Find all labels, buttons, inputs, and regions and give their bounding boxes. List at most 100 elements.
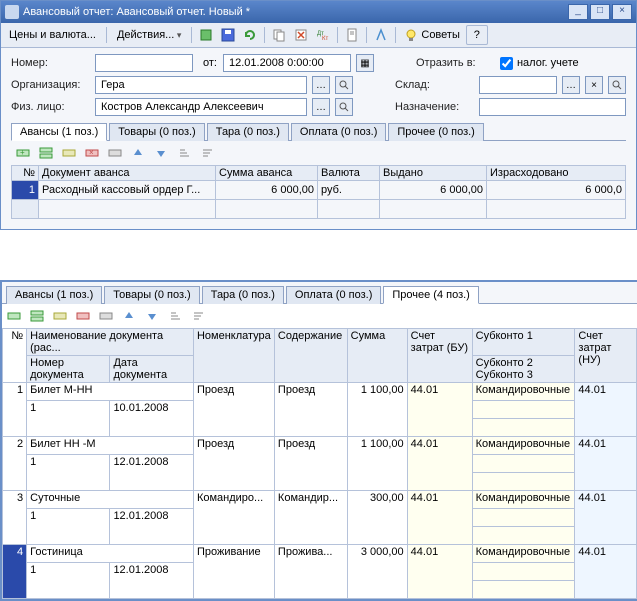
person-open-icon[interactable] bbox=[335, 98, 353, 116]
prochee-grid[interactable]: № Наименование документа (рас... Номенкл… bbox=[2, 328, 637, 599]
row-edit-icon[interactable] bbox=[50, 307, 70, 325]
col-sum[interactable]: Сумма аванса bbox=[216, 166, 318, 181]
col-spent[interactable]: Израсходовано bbox=[487, 166, 626, 181]
help-button[interactable]: ? bbox=[466, 25, 488, 45]
minimize-button[interactable]: _ bbox=[568, 4, 588, 20]
move-down-icon[interactable] bbox=[151, 144, 171, 162]
post-icon[interactable] bbox=[291, 26, 311, 44]
row-edit-icon[interactable] bbox=[59, 144, 79, 162]
sort-desc-icon[interactable] bbox=[197, 144, 217, 162]
col2-bu[interactable]: Счет затрат (БУ) bbox=[407, 329, 472, 383]
col-doc[interactable]: Документ аванса bbox=[39, 166, 216, 181]
col2-nomen[interactable]: Номенклатура bbox=[193, 329, 274, 383]
sklad-field[interactable] bbox=[479, 76, 557, 94]
person-field[interactable] bbox=[95, 98, 307, 116]
tab-avansy[interactable]: Авансы (1 поз.) bbox=[11, 123, 107, 141]
table-row[interactable]: 1Билет М-ННПроездПроезд1 100,0044.01Кома… bbox=[3, 383, 637, 401]
move-up-icon[interactable] bbox=[119, 307, 139, 325]
tab-tara[interactable]: Тара (0 поз.) bbox=[207, 123, 289, 141]
advice-button[interactable]: Советы bbox=[400, 28, 463, 42]
tab2-prochee[interactable]: Прочее (4 поз.) bbox=[383, 286, 478, 304]
move-up-icon[interactable] bbox=[128, 144, 148, 162]
date-field[interactable] bbox=[223, 54, 351, 72]
col2-nu[interactable]: Счет затрат (НУ) bbox=[575, 329, 637, 383]
col2-name[interactable]: Наименование документа (рас... bbox=[27, 329, 194, 356]
sklad-label: Склад: bbox=[395, 79, 473, 91]
row-insert-icon[interactable] bbox=[27, 307, 47, 325]
row-end-icon[interactable] bbox=[105, 144, 125, 162]
avansy-grid[interactable]: № Документ аванса Сумма аванса Валюта Вы… bbox=[11, 165, 626, 219]
sort-asc-icon[interactable] bbox=[165, 307, 185, 325]
bulb-icon bbox=[404, 28, 418, 42]
table-row[interactable]: 1 Расходный кассовый ордер Г... 6 000,00… bbox=[12, 181, 626, 200]
command-bar: Цены и валюта... Действия... ДтКт Советы… bbox=[1, 23, 636, 48]
prices-menu[interactable]: Цены и валюта... bbox=[3, 27, 102, 43]
close-button[interactable]: × bbox=[612, 4, 632, 20]
col2-num[interactable]: № bbox=[3, 329, 27, 383]
dest-field[interactable] bbox=[479, 98, 626, 116]
person-label: Физ. лицо: bbox=[11, 101, 89, 113]
number-field[interactable] bbox=[95, 54, 193, 72]
org-select-icon[interactable]: … bbox=[312, 76, 330, 94]
tab2-tovary[interactable]: Товары (0 поз.) bbox=[104, 286, 199, 304]
expense-report-window: Авансовый отчет: Авансовый отчет. Новый … bbox=[0, 0, 637, 230]
dest-label: Назначение: bbox=[395, 101, 473, 113]
col-num[interactable]: № bbox=[12, 166, 39, 181]
org-open-icon[interactable] bbox=[335, 76, 353, 94]
detail-panel: Авансы (1 поз.) Товары (0 поз.) Тара (0 … bbox=[0, 280, 637, 601]
table-row[interactable]: 3СуточныеКомандиро...Командир...300,0044… bbox=[3, 491, 637, 509]
calendar-icon[interactable]: ▦ bbox=[356, 54, 374, 72]
number-label: Номер: bbox=[11, 57, 89, 69]
row-insert-icon[interactable] bbox=[36, 144, 56, 162]
reload-icon[interactable] bbox=[240, 26, 260, 44]
col2-sum[interactable]: Сумма bbox=[347, 329, 407, 383]
window-title: Авансовый отчет: Авансовый отчет. Новый … bbox=[23, 6, 566, 18]
grid-toolbar: + × bbox=[11, 141, 626, 165]
grid2-toolbar bbox=[2, 304, 637, 328]
report-icon[interactable] bbox=[342, 26, 362, 44]
dtkt-icon[interactable]: ДтКт bbox=[313, 26, 333, 44]
row-end-icon[interactable] bbox=[96, 307, 116, 325]
col2-docdate[interactable]: Дата документа bbox=[110, 356, 194, 383]
row-delete-icon[interactable] bbox=[73, 307, 93, 325]
table-row[interactable]: 4ГостиницаПроживаниеПрожива...3 000,0044… bbox=[3, 545, 637, 563]
tabs2: Авансы (1 поз.) Товары (0 поз.) Тара (0 … bbox=[2, 282, 637, 304]
person-select-icon[interactable]: … bbox=[312, 98, 330, 116]
tab2-tara[interactable]: Тара (0 поз.) bbox=[202, 286, 284, 304]
col2-sub2[interactable]: Субконто 2Субконто 3 bbox=[472, 356, 575, 383]
col2-sub1[interactable]: Субконто 1 bbox=[472, 329, 575, 356]
tab2-oplata[interactable]: Оплата (0 поз.) bbox=[286, 286, 381, 304]
sort-desc-icon[interactable] bbox=[188, 307, 208, 325]
col2-docnum[interactable]: Номер документа bbox=[27, 356, 110, 383]
table-row[interactable]: 2Билет НН -МПроездПроезд1 100,0044.01Ком… bbox=[3, 437, 637, 455]
row-delete-icon[interactable]: × bbox=[82, 144, 102, 162]
tab-tovary[interactable]: Товары (0 поз.) bbox=[109, 123, 204, 141]
sklad-select-icon[interactable]: … bbox=[562, 76, 580, 94]
sklad-open-icon[interactable] bbox=[608, 76, 626, 94]
row-add-icon[interactable]: + bbox=[13, 144, 33, 162]
sort-asc-icon[interactable] bbox=[174, 144, 194, 162]
save-icon[interactable] bbox=[218, 26, 238, 44]
svg-text:Кт: Кт bbox=[322, 36, 328, 42]
tab-oplata[interactable]: Оплата (0 поз.) bbox=[291, 123, 386, 141]
actions-menu[interactable]: Действия... bbox=[111, 27, 187, 43]
col2-content[interactable]: Содержание bbox=[274, 329, 347, 383]
row-add-icon[interactable] bbox=[4, 307, 24, 325]
col-cur[interactable]: Валюта bbox=[318, 166, 380, 181]
svg-text:+: + bbox=[20, 148, 25, 157]
tab-prochee[interactable]: Прочее (0 поз.) bbox=[388, 123, 483, 141]
sklad-clear-icon[interactable]: × bbox=[585, 76, 603, 94]
copy-icon[interactable] bbox=[269, 26, 289, 44]
form-area: Номер: от: ▦ Отразить в: налог. учете Ор… bbox=[1, 48, 636, 229]
org-field[interactable] bbox=[95, 76, 307, 94]
tax-checkbox[interactable]: налог. учете bbox=[500, 57, 579, 70]
add-icon[interactable] bbox=[196, 26, 216, 44]
maximize-button[interactable]: □ bbox=[590, 4, 610, 20]
tab2-avansy[interactable]: Авансы (1 поз.) bbox=[6, 286, 102, 304]
structure-icon[interactable] bbox=[371, 26, 391, 44]
reflect-label: Отразить в: bbox=[416, 57, 494, 69]
move-down-icon[interactable] bbox=[142, 307, 162, 325]
org-label: Организация: bbox=[11, 79, 89, 91]
col-iss[interactable]: Выдано bbox=[380, 166, 487, 181]
table-row-empty[interactable] bbox=[12, 200, 626, 219]
